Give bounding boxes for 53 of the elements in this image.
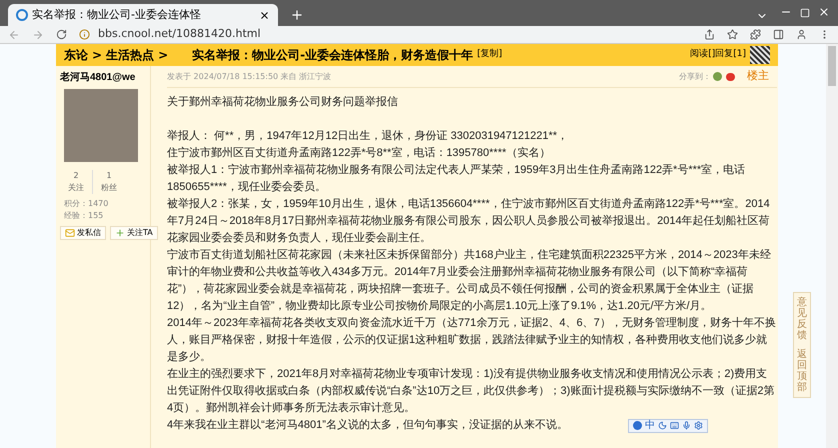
profile-icon[interactable] [796,29,807,40]
following-count: 2 [73,170,79,182]
info-icon[interactable] [79,29,90,40]
scrollbar[interactable] [826,44,838,448]
side-panel-icon[interactable] [773,29,784,40]
followers-count: 1 [106,170,112,182]
post-paragraph: 举报人： 何**，男，1947年12月12日出生，退休，身份证 3302031947121221**， [167,128,570,144]
message-button[interactable]: 发私信 [60,226,106,240]
new-tab-icon[interactable] [290,8,304,22]
floor-label: 楼主 [747,68,769,84]
share-icon[interactable] [704,29,715,40]
keyboard-icon[interactable] [670,421,679,430]
extensions-icon[interactable] [750,29,761,40]
followers-label: 粉丝 [101,182,117,194]
post-paragraph: 宁波市百丈街道划船社区荷花家园（未来社区未拆保留部分）共168户业主，住宅建筑面积22325平方米，2014～2023年未经审计的年物业费和公共收益等收入434多万元。2014年7月业委会注册鄞州幸福荷花物业服务有限公司（以下简称“幸福荷花”），荷花家园业委会就是幸福荷花，两块招牌一套班子。公司成员不领任何报酬，公司的资金积累属于全体业主（证据12），名为“业主自管”，物业费却比原专业公司按物价局限定的小高层1.10元上涨了9.1%，达1.20元/平方米/月。 [167,248,772,314]
copy-link[interactable]: [复制] [477,48,502,62]
following-label: 关注 [68,182,84,194]
share-label: 分享到： [679,70,711,82]
maximize-icon[interactable] [800,8,810,18]
ime-mode-toggle[interactable]: 中 [644,420,655,430]
plus-icon [115,228,125,238]
breadcrumb-separator: > [158,47,168,64]
points-text: 积分：1470 [64,198,110,210]
address-field[interactable]: bbs.cnool.net/10881420.html [98,26,692,43]
browser-tab[interactable]: 实名举报：物业公司-业委会连体怪 [8,4,278,26]
follow-button[interactable]: 关注TA [110,226,158,240]
breadcrumb-link[interactable]: 生活热点 [106,46,154,64]
post-paragraph: 被举报人1：宁波市鄞州幸福荷花物业服务有限公司法定代表人严某荣，1959年3月出生住舟孟南路122弄*号***室，电话 1850655****，现任业委会委员。 [167,162,746,195]
post-paragraph: 在业主的强烈要求下，2021年8月对幸福荷花物业专项审计发现：1)没有提供物业服务收支情况和使用情况公示表；2)费用支出凭证附件仅取得收据或白条（内部权威传说“白条”达10万之巨，此仅供参考）；3)账面计提税额与实际缴纳不一致（证据2第4页）。鄞州凯祥会计师事务所无法表示审计意见。 [167,366,776,416]
post-meta: 发表于 2024/07/18 15:15:50 来自 浙江宁波 [167,70,332,82]
post-paragraph: 住宁波市鄞州区百丈街道舟孟南路122弄*号8**室，电话：1395780****（实名） [167,146,552,161]
close-icon[interactable] [259,10,270,20]
scrollbar-thumb[interactable] [828,46,836,86]
ime-logo-icon[interactable] [632,421,642,430]
post-paragraph: 被举报人2：张某，女，1959年10月出生，退休，电话1356604****，住宁波市鄞州区百丈街道舟孟南路122弄*号***室。2014年7月24日～2018年8月17日鄞州幸福荷花物业服务有限公司股东，因公职人员参股公司被举报退出。2014年起任划船社区荷花家园业委会委员和财务负责人，现任业委会副主任。 [167,196,771,246]
close-window-icon[interactable] [818,6,830,18]
breadcrumb-link[interactable]: 东论 [64,46,88,64]
settings-icon[interactable] [694,421,703,430]
envelope-icon [65,228,75,238]
author-name[interactable]: 老河马4801@we [60,70,136,85]
breadcrumb-separator: > [92,47,102,64]
post-paragraph: 4年来我在业主群以“老河马4801”名义说的太多，但句句事实，没证据的从来不说。 [167,418,568,433]
thread-title: 实名举报：物业公司-业委会连体怪胎，财务造假十年 [192,47,474,64]
tab-title: 实名举报：物业公司-业委会连体怪 [32,6,202,23]
thread-stats: 阅读[]回复[1] [690,48,746,62]
post-paragraph: 2014年～2023年幸福荷花各类收支双向资金流水近千万（达771余万元，证据2、4、6、7），无财务管理制度，财务十年不换人，账目严格保密，财报十年造假，公示的仅证据1这种粗旷数据，践踏法律赋予业主的知情权，各种费用收支他们说多少就是多少。 [167,316,777,365]
moon-icon[interactable] [658,421,667,430]
experience-text: 经验：155 [64,210,104,222]
site-logo-icon [16,9,28,21]
microphone-icon[interactable] [682,421,691,430]
reload-icon[interactable] [56,29,67,40]
bookmark-icon[interactable] [727,29,738,40]
post-heading: 关于鄞州幸福荷花物业服务公司财务问题举报信 [167,94,399,110]
